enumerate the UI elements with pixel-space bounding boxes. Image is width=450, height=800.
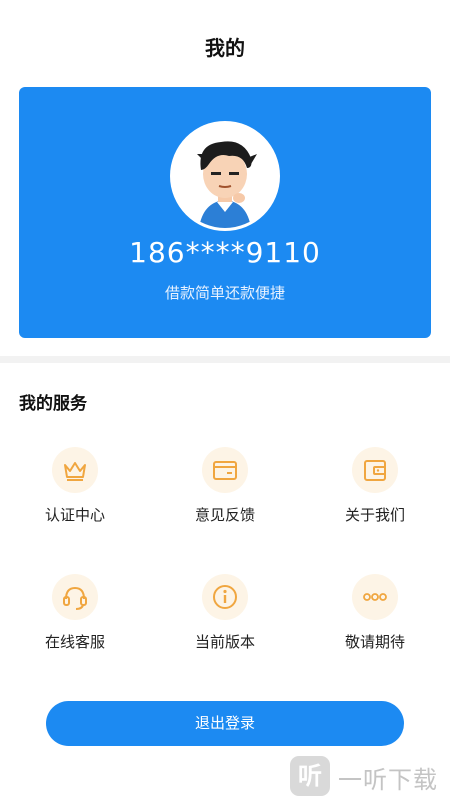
service-feedback[interactable]: 意见反馈 xyxy=(150,447,300,547)
crown-icon xyxy=(52,447,98,493)
info-icon xyxy=(202,574,248,620)
services-title: 我的服务 xyxy=(19,394,87,414)
service-about-us[interactable]: 关于我们 xyxy=(300,447,450,547)
avatar-cartoon-boy-icon xyxy=(173,124,277,228)
service-label: 在线客服 xyxy=(44,633,105,651)
watermark: 听 一听下载 xyxy=(290,752,450,800)
page-title: 我的 xyxy=(205,36,245,60)
service-label: 当前版本 xyxy=(194,633,255,651)
service-current-version[interactable]: 当前版本 xyxy=(150,574,300,674)
phone-number: 186****9110 xyxy=(129,236,321,269)
watermark-text: 一听下载 xyxy=(338,766,438,794)
service-label: 敬请期待 xyxy=(344,633,405,651)
service-coming-soon[interactable]: 敬请期待 xyxy=(300,574,450,674)
service-auth-center[interactable]: 认证中心 xyxy=(0,447,150,547)
headset-icon xyxy=(52,574,98,620)
service-online-support[interactable]: 在线客服 xyxy=(0,574,150,674)
more-dots-icon xyxy=(352,574,398,620)
logout-button[interactable]: 退出登录 xyxy=(46,701,404,746)
profile-slogan: 借款简单还款便捷 xyxy=(164,284,285,302)
card-icon xyxy=(202,447,248,493)
service-label: 关于我们 xyxy=(344,506,405,524)
watermark-logo-icon: 听 xyxy=(290,756,330,796)
section-divider xyxy=(0,356,450,363)
service-label: 认证中心 xyxy=(44,506,105,524)
avatar[interactable] xyxy=(173,124,277,228)
service-label: 意见反馈 xyxy=(194,506,255,524)
wallet-icon xyxy=(352,447,398,493)
